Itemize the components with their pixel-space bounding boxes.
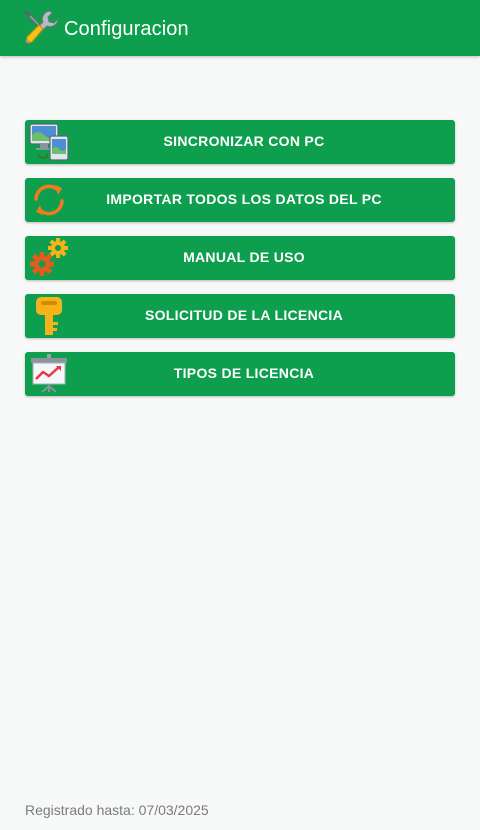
app-screen: Configuracion SINCRONIZAR CON PC IMPORTA… [0,0,480,830]
license-request-label: SOLICITUD DE LA LICENCIA [144,307,343,323]
registration-expiry-text: Registrado hasta: 07/03/2025 [25,802,209,818]
key-icon [36,297,62,335]
computer-sync-icon [29,123,69,161]
gears-icon [30,238,68,276]
settings-menu: SINCRONIZAR CON PC IMPORTAR TODOS LOS DA… [25,120,455,410]
license-types-button[interactable]: TIPOS DE LICENCIA [25,352,455,396]
import-all-data-label: IMPORTAR TODOS LOS DATOS DEL PC [106,191,382,207]
sync-with-pc-label: SINCRONIZAR CON PC [163,133,325,149]
sync-with-pc-button[interactable]: SINCRONIZAR CON PC [25,120,455,164]
page-title: Configuracion [64,18,189,40]
import-all-data-button[interactable]: IMPORTAR TODOS LOS DATOS DEL PC [25,178,455,222]
tools-icon [24,10,59,44]
user-manual-button[interactable]: MANUAL DE USO [25,236,455,280]
refresh-arrows-icon [34,184,64,216]
user-manual-label: MANUAL DE USO [183,249,305,265]
presentation-chart-icon [31,354,67,393]
license-types-label: TIPOS DE LICENCIA [173,365,315,381]
app-bar: Configuracion [0,0,480,56]
license-request-button[interactable]: SOLICITUD DE LA LICENCIA [25,294,455,338]
